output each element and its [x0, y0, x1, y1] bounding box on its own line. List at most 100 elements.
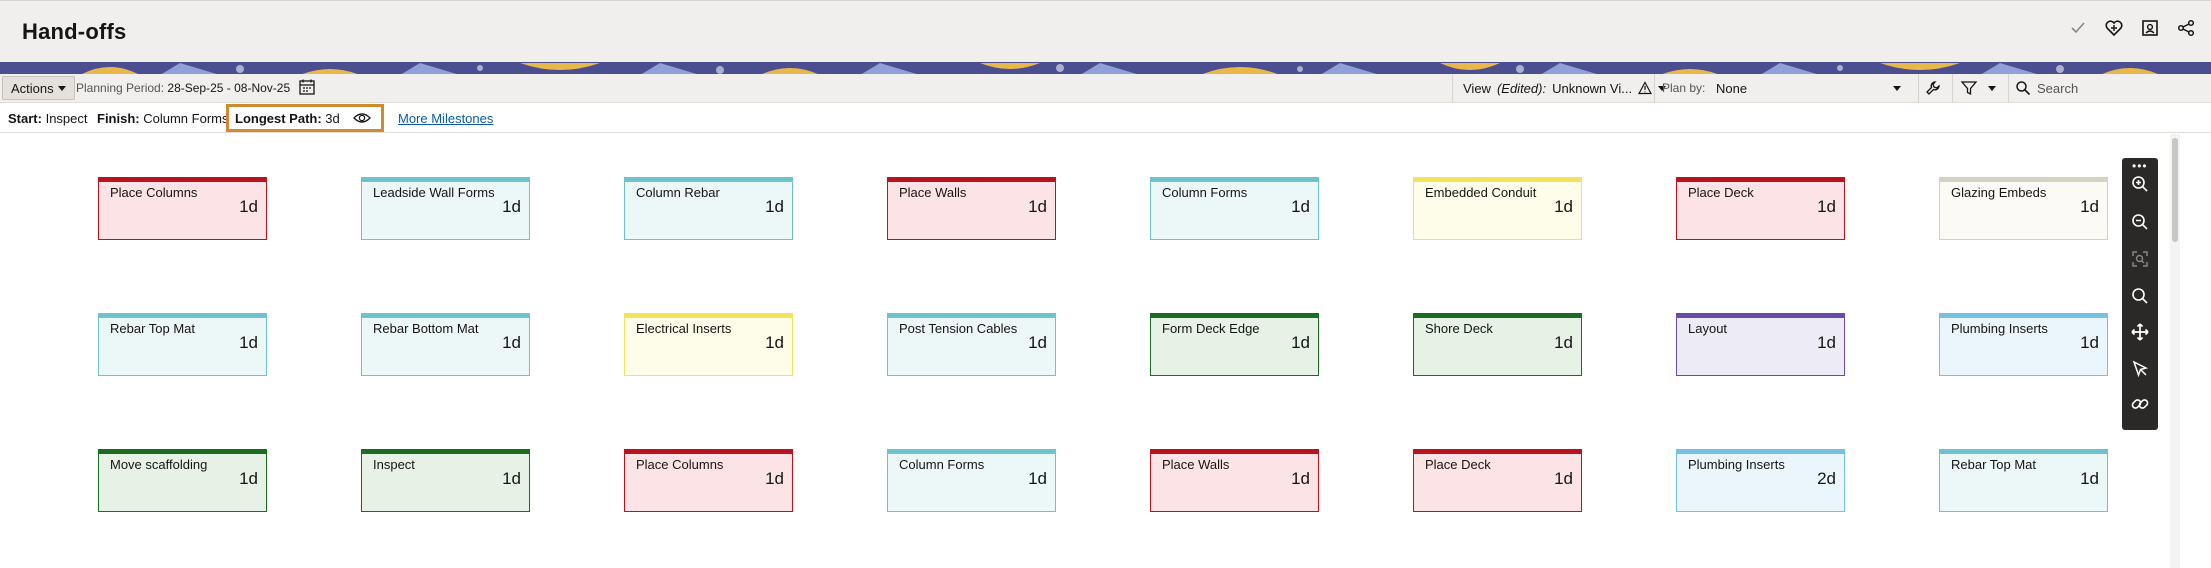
activity-duration: 1d — [765, 197, 784, 216]
activity-duration: 1d — [1028, 197, 1047, 216]
activity-name: Column Forms — [899, 457, 985, 472]
chevron-down-icon — [57, 85, 66, 91]
activity-card[interactable]: Place Deck 1d — [1676, 177, 1845, 240]
planning-period: Planning Period: 28-Sep-25 - 08-Nov-25 — [76, 81, 290, 95]
activity-card[interactable]: Plumbing Inserts 1d — [1939, 313, 2108, 376]
handoff-canvas[interactable]: Place Columns 1d Leadside Wall Forms 1d Colu… — [0, 134, 2211, 568]
activity-card[interactable]: Glazing Embeds 1d — [1939, 177, 2108, 240]
activity-duration: 1d — [1028, 469, 1047, 488]
longest-path-label: Longest Path: — [235, 111, 322, 126]
finish-value: Column Forms — [143, 111, 229, 126]
header-actions — [2067, 17, 2197, 39]
activity-card[interactable]: Column Forms 1d — [1150, 177, 1319, 240]
plan-by-select[interactable]: None — [1716, 81, 1906, 96]
zoom-out-icon[interactable] — [2130, 212, 2150, 232]
chevron-down-icon — [1893, 86, 1901, 91]
vertical-scrollbar[interactable] — [2170, 134, 2180, 568]
activity-name: Shore Deck — [1425, 321, 1493, 336]
activity-name: Inspect — [373, 457, 415, 472]
activity-card[interactable]: Column Forms 1d — [887, 449, 1056, 512]
activity-name: Column Forms — [1162, 185, 1248, 200]
search-field[interactable] — [2008, 74, 2211, 102]
eye-icon[interactable] — [353, 111, 371, 125]
chevron-down-icon[interactable] — [1988, 86, 1996, 91]
activity-duration: 1d — [2080, 469, 2099, 488]
activity-name: Plumbing Inserts — [1951, 321, 2048, 336]
activity-card[interactable]: Rebar Bottom Mat 1d — [361, 313, 530, 376]
activity-card[interactable]: Inspect 1d — [361, 449, 530, 512]
longest-path-value: 3d — [325, 111, 340, 126]
pan-icon[interactable] — [2130, 322, 2150, 342]
divider — [1918, 74, 1919, 102]
activity-card[interactable]: Embedded Conduit 1d — [1413, 177, 1582, 240]
view-selector[interactable]: View (Edited): Unknown Vi... — [1452, 74, 1674, 102]
check-icon[interactable] — [2067, 17, 2089, 39]
activity-name: Form Deck Edge — [1162, 321, 1260, 336]
path-summary-bar: Start: Inspect Finish: Column Forms Long… — [0, 103, 2211, 133]
search-icon[interactable] — [2130, 286, 2150, 306]
activity-duration: 1d — [1817, 197, 1836, 216]
calendar-icon[interactable] — [298, 78, 316, 96]
activity-card[interactable]: Leadside Wall Forms 1d — [361, 177, 530, 240]
activity-duration: 1d — [1817, 333, 1836, 352]
drag-handle-icon[interactable]: ••• — [2132, 160, 2148, 172]
activity-duration: 1d — [502, 469, 521, 488]
activity-card[interactable]: Move scaffolding 1d — [98, 449, 267, 512]
link-icon[interactable] — [2130, 394, 2150, 414]
activity-card[interactable]: Place Walls 1d — [1150, 449, 1319, 512]
activity-duration: 1d — [502, 333, 521, 352]
activity-name: Move scaffolding — [110, 457, 208, 472]
wrench-icon[interactable] — [1924, 79, 1942, 97]
activity-card[interactable]: Place Deck 1d — [1413, 449, 1582, 512]
view-label: View — [1463, 81, 1491, 96]
view-value: Unknown Vi... — [1552, 81, 1633, 96]
activity-card[interactable]: Form Deck Edge 1d — [1150, 313, 1319, 376]
activity-duration: 1d — [1291, 469, 1310, 488]
activity-name: Rebar Top Mat — [110, 321, 196, 336]
page-header: Hand-offs — [0, 0, 2211, 62]
actions-menu-button[interactable]: Actions — [2, 76, 75, 100]
heart-plus-icon[interactable] — [2103, 17, 2125, 39]
activity-name: Place Columns — [636, 457, 724, 472]
activity-card[interactable]: Shore Deck 1d — [1413, 313, 1582, 376]
finish-label: Finish: — [97, 111, 140, 126]
zoom-in-icon[interactable] — [2130, 174, 2150, 194]
activity-name: Rebar Top Mat — [1951, 457, 2037, 472]
actions-label: Actions — [11, 80, 54, 96]
contact-card-icon[interactable] — [2139, 17, 2161, 39]
activity-name: Place Walls — [1162, 457, 1230, 472]
activity-name: Place Columns — [110, 185, 198, 200]
activity-card[interactable]: Electrical Inserts 1d — [624, 313, 793, 376]
activity-name: Post Tension Cables — [899, 321, 1018, 336]
scrollbar-thumb[interactable] — [2172, 138, 2178, 242]
activity-card[interactable]: Rebar Top Mat 1d — [98, 313, 267, 376]
activity-name: Plumbing Inserts — [1688, 457, 1785, 472]
toolbar: Actions Planning Period: 28-Sep-25 - 08-… — [0, 74, 2211, 103]
activity-duration: 2d — [1817, 469, 1836, 488]
filter-icon[interactable] — [1960, 79, 1978, 97]
activity-name: Glazing Embeds — [1951, 185, 2047, 200]
search-icon — [2016, 81, 2031, 96]
select-arrow-icon[interactable] — [2130, 359, 2150, 379]
activity-card[interactable]: Rebar Top Mat 1d — [1939, 449, 2108, 512]
activity-name: Electrical Inserts — [636, 321, 732, 336]
divider — [1654, 74, 1655, 102]
more-milestones-link[interactable]: More Milestones — [398, 111, 493, 126]
activity-card[interactable]: Place Columns 1d — [98, 177, 267, 240]
activity-name: Leadside Wall Forms — [373, 185, 495, 200]
activity-duration: 1d — [1028, 333, 1047, 352]
activity-name: Place Deck — [1425, 457, 1491, 472]
activity-card[interactable]: Column Rebar 1d — [624, 177, 793, 240]
activity-card[interactable]: Plumbing Inserts 2d — [1676, 449, 1845, 512]
activity-card[interactable]: Place Columns 1d — [624, 449, 793, 512]
share-icon[interactable] — [2175, 17, 2197, 39]
plan-by-label: Plan by: — [1662, 81, 1706, 95]
activity-name: Place Deck — [1688, 185, 1754, 200]
fit-to-screen-icon[interactable] — [2130, 249, 2150, 269]
activity-card[interactable]: Post Tension Cables 1d — [887, 313, 1056, 376]
activity-card[interactable]: Place Walls 1d — [887, 177, 1056, 240]
activity-duration: 1d — [2080, 333, 2099, 352]
search-input[interactable] — [2037, 78, 2205, 98]
longest-path-highlight[interactable]: Longest Path: 3d — [226, 104, 384, 132]
activity-card[interactable]: Layout 1d — [1676, 313, 1845, 376]
